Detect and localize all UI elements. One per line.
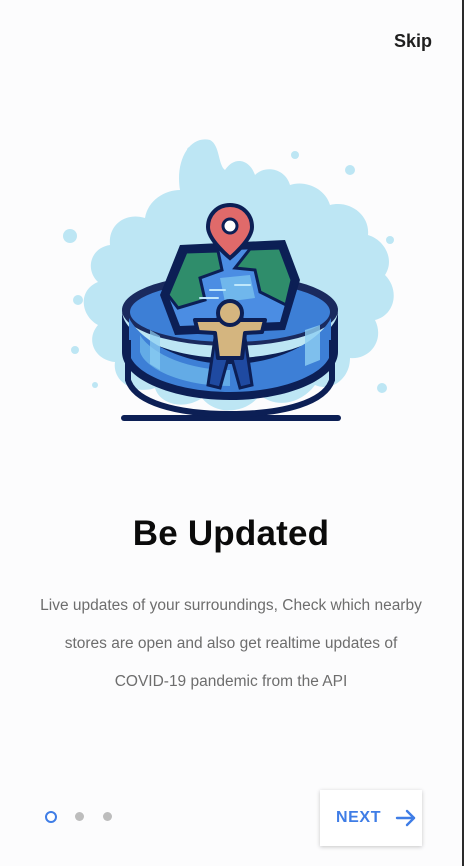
arrow-right-icon — [395, 809, 416, 827]
next-button[interactable]: NEXT — [320, 790, 422, 846]
next-button-label: NEXT — [336, 809, 382, 826]
page-dot[interactable] — [103, 812, 112, 821]
onboarding-screen: Skip Be Updated Live updates of your sur… — [0, 0, 464, 866]
page-dot-active[interactable] — [45, 811, 57, 823]
onboarding-description: Live updates of your surroundings, Check… — [40, 597, 422, 690]
onboarding-title: Be Updated — [132, 514, 330, 553]
page-dot[interactable] — [75, 812, 84, 821]
skip-button[interactable]: Skip — [394, 31, 432, 52]
map-location-person-icon — [63, 139, 394, 421]
